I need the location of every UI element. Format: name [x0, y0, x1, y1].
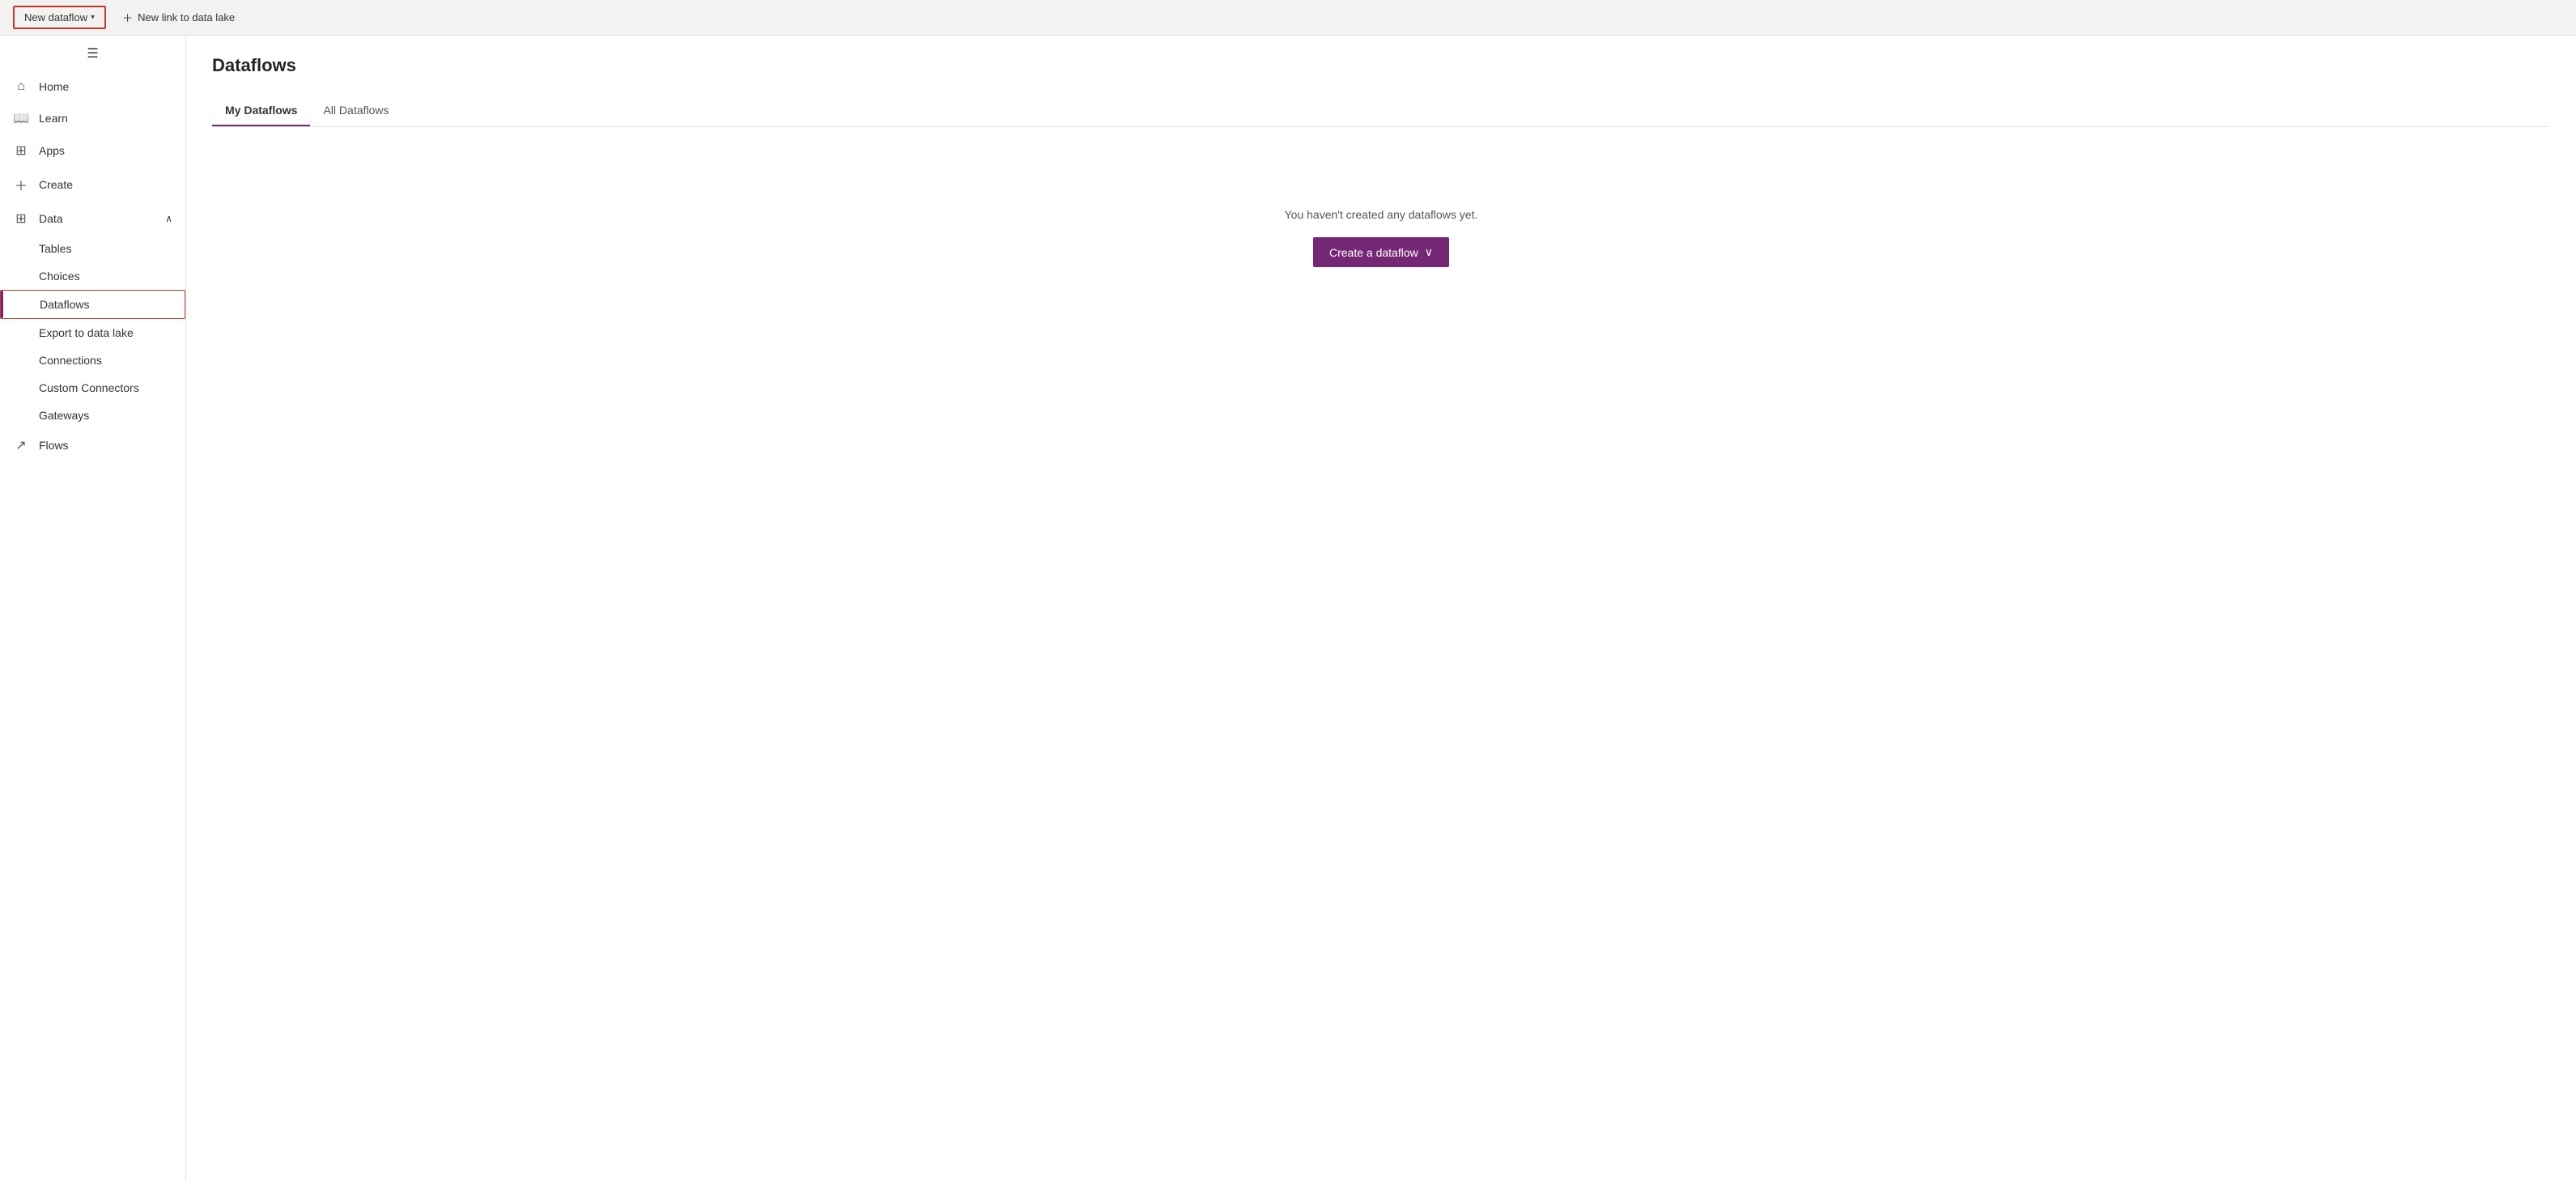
- home-icon: ⌂: [13, 79, 29, 94]
- hamburger-icon: ☰: [87, 47, 98, 61]
- sidebar-item-flows[interactable]: ↗ Flows: [0, 429, 185, 461]
- apps-icon: ⊞: [13, 142, 29, 159]
- choices-label: Choices: [39, 270, 80, 283]
- data-expand-icon: ∧: [165, 213, 172, 224]
- sidebar-item-flows-label: Flows: [39, 439, 69, 452]
- sidebar-item-data[interactable]: ⊞ Data ∧: [0, 202, 185, 235]
- gateways-label: Gateways: [39, 409, 89, 422]
- sidebar-item-learn[interactable]: 📖 Learn: [0, 102, 185, 134]
- content-area: Dataflows My Dataflows All Dataflows You…: [186, 36, 2576, 1182]
- sidebar-subitem-dataflows[interactable]: Dataflows: [0, 290, 185, 319]
- create-dataflow-button[interactable]: Create a dataflow ∨: [1313, 237, 1449, 267]
- new-dataflow-chevron-icon: ▾: [91, 13, 95, 22]
- create-dataflow-label: Create a dataflow: [1329, 246, 1418, 259]
- tabs: My Dataflows All Dataflows: [212, 96, 2550, 127]
- hamburger-button[interactable]: ☰: [0, 36, 185, 71]
- data-icon: ⊞: [13, 210, 29, 227]
- dataflows-label: Dataflows: [40, 298, 89, 311]
- flows-icon: ↗: [13, 437, 29, 453]
- new-link-button[interactable]: ＋ New link to data lake: [116, 6, 241, 29]
- custom-connectors-label: Custom Connectors: [39, 381, 139, 394]
- sidebar-item-create[interactable]: ＋ Create: [0, 167, 185, 202]
- export-data-lake-label: Export to data lake: [39, 326, 134, 339]
- sidebar-subitem-choices[interactable]: Choices: [0, 262, 185, 290]
- sidebar: ☰ ⌂ Home 📖 Learn ⊞ Apps ＋ Create ⊞ Data …: [0, 36, 186, 1182]
- new-dataflow-label: New dataflow: [24, 11, 87, 23]
- learn-icon: 📖: [13, 110, 29, 126]
- sidebar-item-create-label: Create: [39, 178, 73, 191]
- tab-my-dataflows[interactable]: My Dataflows: [212, 96, 310, 126]
- create-dataflow-chevron-icon: ∨: [1425, 245, 1433, 259]
- sidebar-subitem-tables[interactable]: Tables: [0, 235, 185, 262]
- sidebar-item-home-label: Home: [39, 80, 69, 93]
- sidebar-subitem-export-data-lake[interactable]: Export to data lake: [0, 319, 185, 347]
- create-icon: ＋: [13, 175, 29, 194]
- new-link-label: New link to data lake: [138, 11, 235, 23]
- tables-label: Tables: [39, 242, 71, 255]
- main-layout: ☰ ⌂ Home 📖 Learn ⊞ Apps ＋ Create ⊞ Data …: [0, 36, 2576, 1182]
- sidebar-subitem-custom-connectors[interactable]: Custom Connectors: [0, 374, 185, 402]
- sidebar-item-home[interactable]: ⌂ Home: [0, 71, 185, 102]
- sidebar-item-apps-label: Apps: [39, 144, 65, 157]
- empty-state: You haven't created any dataflows yet. C…: [212, 159, 2550, 316]
- sidebar-subitem-gateways[interactable]: Gateways: [0, 402, 185, 429]
- sidebar-item-data-label: Data: [39, 212, 63, 225]
- empty-state-text: You haven't created any dataflows yet.: [1285, 208, 1478, 221]
- page-title: Dataflows: [212, 55, 2550, 76]
- new-dataflow-button[interactable]: New dataflow ▾: [13, 6, 106, 29]
- sidebar-item-learn-label: Learn: [39, 112, 68, 125]
- plus-icon: ＋: [122, 10, 133, 25]
- connections-label: Connections: [39, 354, 102, 367]
- top-bar: New dataflow ▾ ＋ New link to data lake: [0, 0, 2576, 36]
- sidebar-item-apps[interactable]: ⊞ Apps: [0, 134, 185, 167]
- tab-all-dataflows[interactable]: All Dataflows: [310, 96, 402, 126]
- sidebar-subitem-connections[interactable]: Connections: [0, 347, 185, 374]
